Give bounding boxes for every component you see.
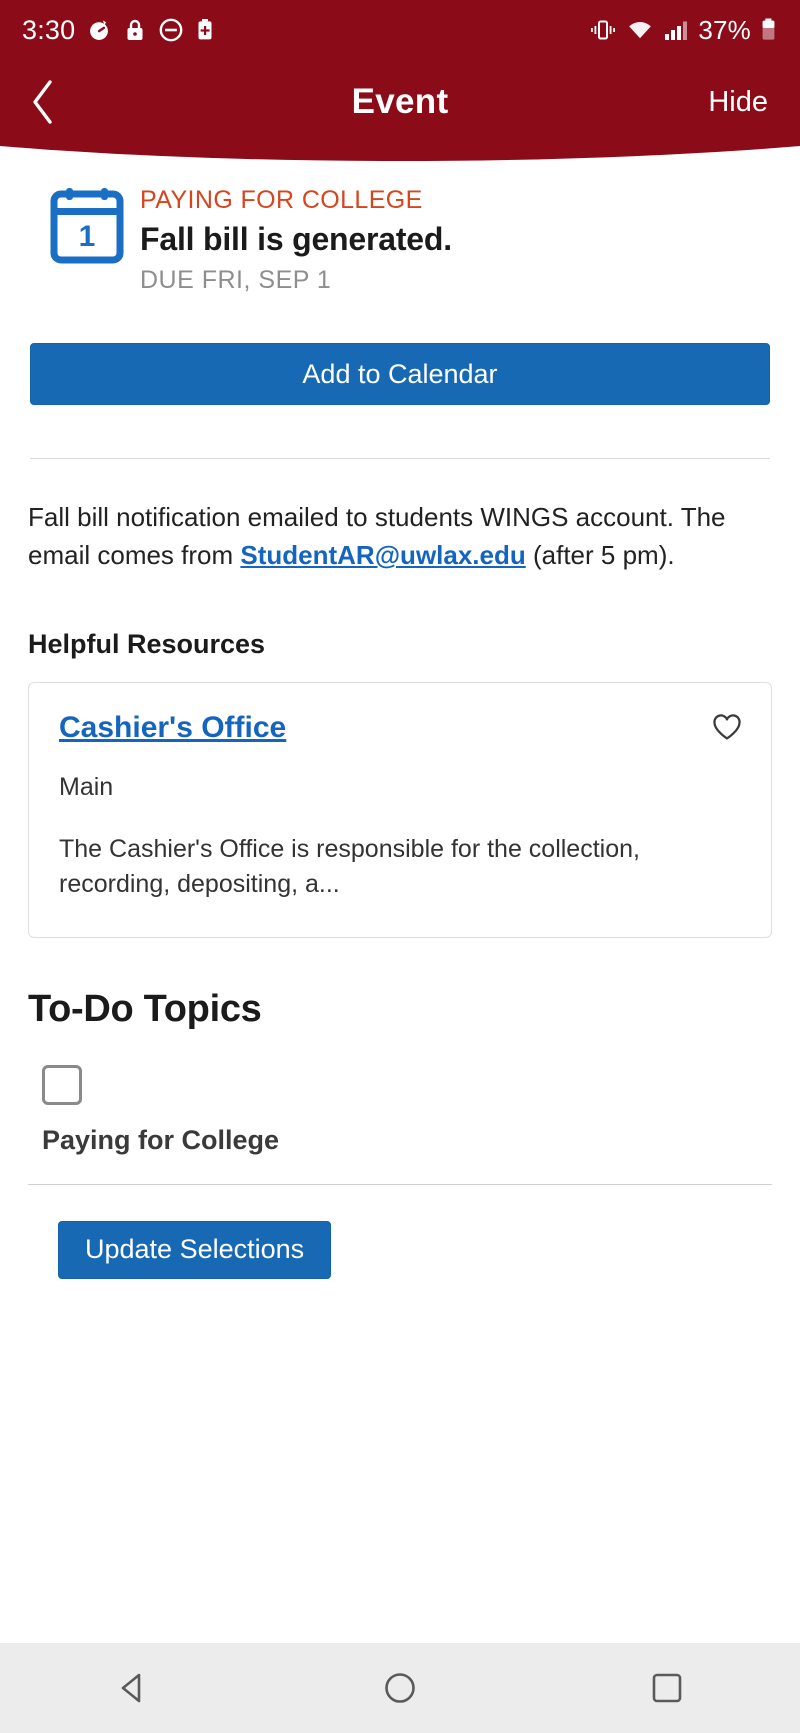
wifi-icon — [626, 18, 654, 42]
event-meta: PAYING FOR COLLEGE Fall bill is generate… — [140, 182, 452, 295]
calendar-day-number: 1 — [79, 220, 96, 253]
resource-subtitle: Main — [59, 772, 114, 801]
battery-percent: 37% — [698, 14, 751, 45]
main-content: 1 PAYING FOR COLLEGE Fall bill is genera… — [0, 144, 800, 1643]
section-divider — [30, 458, 770, 459]
status-bar-left: 3:30 — [22, 15, 215, 46]
app-bar: Event Hide — [0, 60, 800, 161]
status-time: 3:30 — [22, 14, 76, 45]
back-button[interactable] — [0, 60, 86, 144]
event-description: Fall bill notification emailed to studen… — [28, 499, 772, 575]
event-due-date: DUE FRI, SEP 1 — [140, 266, 332, 294]
system-nav-bar — [0, 1643, 800, 1733]
event-category: PAYING FOR COLLEGE — [140, 186, 423, 214]
todo-topics-heading: To-Do Topics — [28, 987, 262, 1030]
app-screen: 3:30 37% Event Hide 1 PAYING FOR COLLEGE… — [0, 0, 800, 1733]
add-to-calendar-button[interactable]: Add to Calendar — [30, 343, 770, 405]
status-bar-right: 37% — [589, 15, 778, 46]
todo-item-label: Paying for College — [42, 1124, 280, 1155]
resource-card[interactable]: Cashier's Office Main The Cashier's Offi… — [28, 681, 772, 938]
nav-back-button[interactable] — [73, 1643, 193, 1733]
hide-button[interactable]: Hide — [676, 86, 800, 119]
event-header: 1 PAYING FOR COLLEGE Fall bill is genera… — [28, 144, 772, 295]
triangle-back-icon — [122, 1673, 141, 1703]
resource-description: The Cashier's Office is responsible for … — [59, 834, 640, 899]
event-title: Fall bill is generated. — [140, 221, 452, 257]
email-link[interactable]: StudentAR@uwlax.edu — [240, 540, 525, 570]
battery-saver-icon — [195, 17, 215, 43]
battery-icon — [760, 17, 778, 43]
status-bar: 3:30 37% — [0, 0, 800, 60]
clock-icon — [86, 17, 112, 43]
circle-home-icon — [385, 1673, 415, 1703]
todo-divider — [28, 1183, 772, 1185]
nav-home-button[interactable] — [340, 1643, 460, 1733]
calendar-icon: 1 — [28, 182, 124, 269]
todo-item[interactable]: Paying for College — [28, 1064, 772, 1156]
heart-icon[interactable] — [705, 705, 749, 749]
square-recents-icon — [652, 1673, 681, 1703]
lock-icon — [123, 17, 147, 43]
todo-checkbox[interactable] — [42, 1064, 82, 1105]
vibrate-icon — [589, 17, 617, 43]
back-arrow-icon — [33, 80, 52, 124]
update-selections-button[interactable]: Update Selections — [58, 1220, 332, 1279]
description-text-after: (after 5 pm). — [525, 539, 675, 570]
cellular-signal-icon — [663, 18, 689, 42]
nav-recents-button[interactable] — [607, 1643, 727, 1733]
resource-link[interactable]: Cashier's Office — [59, 711, 286, 745]
helpful-resources-heading: Helpful Resources — [28, 628, 266, 659]
do-not-disturb-icon — [158, 17, 184, 43]
